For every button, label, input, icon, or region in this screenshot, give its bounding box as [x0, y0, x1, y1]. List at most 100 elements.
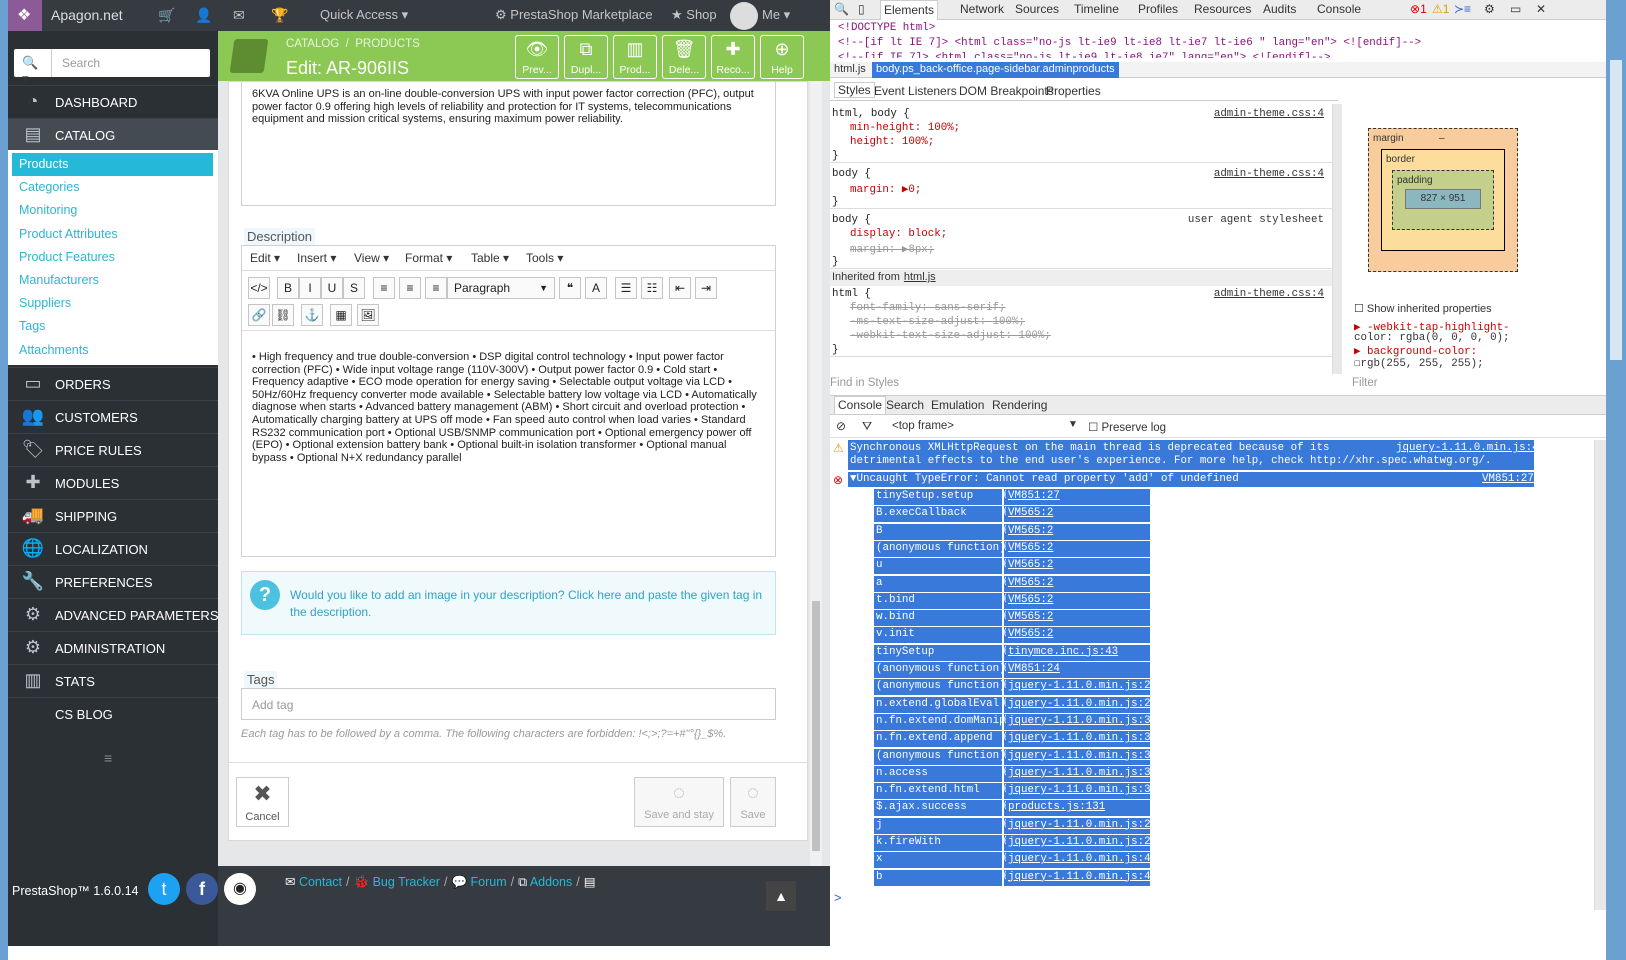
window-scrollbar[interactable] [1610, 60, 1622, 360]
devtools-tab-network[interactable]: Network [960, 2, 1004, 16]
save-and-stay-button[interactable]: ◌ Save and stay [634, 777, 724, 827]
editor-menu-insert[interactable]: Insert ▾ [297, 251, 336, 265]
sidebar-item-catalog[interactable]: ▤ CATALOG [8, 118, 218, 151]
stack-frame-fn[interactable]: v.init [874, 627, 1002, 644]
stack-frame-fn[interactable]: n.fn.extend.html [874, 783, 1002, 800]
content-scrollbar[interactable] [810, 81, 822, 866]
description-text[interactable]: • High frequency and true double-convers… [252, 351, 764, 464]
submenu-item-tags[interactable]: Tags [12, 315, 217, 338]
css-source[interactable]: admin-theme.css:4 [1214, 108, 1324, 120]
sidebar-item-modules[interactable]: ✚ MODULES [8, 466, 218, 499]
css-selector[interactable]: body { [832, 168, 871, 180]
stack-frame-fn[interactable]: x [874, 852, 1002, 869]
search-icon[interactable]: 🔍▾ [14, 49, 52, 86]
css-property[interactable]: display: block; [850, 228, 947, 240]
align-justify-icon[interactable]: ≡ [425, 277, 447, 299]
footer-link-bug-tracker[interactable]: 🐞 Bug Tracker [354, 875, 440, 889]
recommend-button[interactable]: ✚ Reco... [711, 35, 755, 79]
stack-frame-fn[interactable]: (anonymous function) [874, 748, 1002, 765]
bold-icon[interactable]: B [277, 277, 299, 299]
submenu-item-products[interactable]: Products [12, 153, 213, 176]
breadcrumb-catalog[interactable]: CATALOG [286, 38, 339, 50]
message-icon[interactable]: ✉ [233, 7, 245, 24]
stack-frame-fn[interactable]: tinySetup.setup [874, 489, 1002, 505]
css-source[interactable]: user agent stylesheet [1188, 214, 1324, 226]
devtools-tab-elements[interactable]: Elements [880, 0, 939, 20]
product-sales-button[interactable]: ▥ Prod... [613, 35, 657, 79]
short-description-editor[interactable]: 6KVA Online UPS is an on-line double-con… [241, 82, 776, 206]
blockquote-icon[interactable]: ❝ [559, 277, 581, 299]
console-error[interactable]: ▼Uncaught TypeError: Cannot read propert… [848, 472, 1534, 487]
frame-select[interactable]: <top frame> [892, 420, 954, 432]
align-center-icon[interactable]: ≡ [399, 277, 421, 299]
scroll-top-button[interactable]: ▲ [766, 881, 796, 911]
stack-frame-src[interactable]: VM565:2 [1006, 592, 1150, 609]
editor-menu-tools[interactable]: Tools ▾ [526, 251, 563, 265]
stack-frame-src[interactable]: jquery-1.11.0.min.js:2 [1006, 679, 1150, 696]
stack-frame-src[interactable]: jquery-1.11.0.min.js:3 [1006, 713, 1150, 730]
close-devtools-icon[interactable]: ✕ [1536, 2, 1546, 16]
find-in-styles[interactable]: Find in Styles [830, 377, 899, 389]
stack-frame-fn[interactable]: u [874, 558, 1002, 575]
editor-menu-edit[interactable]: Edit ▾ [250, 251, 280, 265]
breadcrumb-products[interactable]: PRODUCTS [355, 38, 420, 50]
stack-frame-src[interactable]: jquery-1.11.0.min.js:3 [1006, 748, 1150, 765]
delete-button[interactable]: 🗑 Dele... [662, 35, 706, 79]
sidebar-item-dashboard[interactable]: ◔ DASHBOARD [8, 85, 218, 118]
image-hint-text[interactable]: Would you like to add an image in your d… [290, 587, 765, 621]
styles-tab-dom-breakpoints[interactable]: DOM Breakpoints [959, 84, 1054, 98]
drawer-tab-console[interactable]: Console [834, 396, 887, 415]
strikethrough-icon[interactable]: S [343, 277, 365, 299]
stack-frame-fn[interactable]: j [874, 817, 1002, 834]
stack-frame-src[interactable]: jquery-1.11.0.min.js:2 [1006, 696, 1150, 713]
stack-frame-src[interactable]: jquery-1.11.0.min.js:3 [1006, 731, 1150, 748]
css-property[interactable]: height: 100%; [850, 136, 934, 148]
indent-icon[interactable]: ⇥ [695, 277, 717, 299]
avatar[interactable] [730, 2, 758, 30]
stack-frame-src[interactable]: jquery-1.11.0.min.js:3 [1006, 783, 1150, 800]
css-property[interactable]: min-height: 100%; [850, 122, 960, 134]
submenu-item-suppliers[interactable]: Suppliers [12, 292, 217, 315]
stack-frame-fn[interactable]: k.fireWith [874, 835, 1002, 851]
stack-frame-src[interactable]: VM565:2 [1006, 506, 1150, 523]
css-source[interactable]: admin-theme.css:4 [1214, 288, 1324, 300]
css-source[interactable]: admin-theme.css:4 [1214, 168, 1324, 180]
dom-line[interactable]: <!DOCTYPE html> [838, 22, 935, 34]
css-property[interactable]: -webkit-text-size-adjust: 100%; [850, 330, 1051, 342]
stack-frame-src[interactable]: jquery-1.11.0.min.js:3 [1006, 765, 1150, 782]
inspect-icon[interactable]: 🔍 [834, 2, 849, 16]
devtools-tab-profiles[interactable]: Profiles [1138, 2, 1178, 16]
search-input[interactable]: Search [62, 56, 100, 70]
align-left-icon[interactable]: ≡ [373, 277, 395, 299]
console-scrollbar[interactable] [1594, 440, 1606, 910]
shop-link[interactable]: ★ Shop [671, 7, 717, 23]
stack-frame-src[interactable]: jquery-1.11.0.min.js:4 [1006, 869, 1150, 886]
stack-frame-src[interactable]: VM851:27 [1006, 489, 1150, 505]
sidebar-item-orders[interactable]: ▭ ORDERS [8, 367, 218, 400]
sidebar-item-advanced-parameters[interactable]: ⚙ ADVANCED PARAMETERS [8, 598, 219, 631]
drawer-tab-rendering[interactable]: Rendering [992, 398, 1047, 412]
media-icon[interactable]: ▦ [330, 304, 352, 326]
source-code-icon[interactable]: </> [248, 277, 270, 299]
stack-frame-fn[interactable]: tinySetup [874, 644, 1002, 661]
stack-frame-src[interactable]: VM565:2 [1006, 627, 1150, 644]
stack-frame-src[interactable]: VM565:2 [1006, 575, 1150, 592]
sidebar-item-stats[interactable]: ▥ STATS [8, 664, 218, 697]
stack-frame-src[interactable]: jquery-1.11.0.min.js:2 [1006, 835, 1150, 851]
short-description-text[interactable]: 6KVA Online UPS is an on-line double-con… [252, 88, 762, 126]
help-button[interactable]: ⊕ Help [760, 35, 804, 79]
site-name[interactable]: Apagon.net [51, 7, 123, 23]
stack-frame-fn[interactable]: a [874, 575, 1002, 592]
stack-frame-src[interactable]: VM565:2 [1006, 523, 1150, 540]
stack-frame-fn[interactable]: B.execCallback [874, 506, 1002, 523]
styles-tab-event-listeners[interactable]: Event Listeners [874, 84, 957, 98]
underline-icon[interactable]: U [321, 277, 343, 299]
stack-frame-src[interactable]: VM565:2 [1006, 540, 1150, 557]
customer-icon[interactable]: 👤 [195, 7, 212, 24]
sidebar-item-administration[interactable]: ⚙ ADMINISTRATION [8, 631, 218, 664]
stack-frame-src[interactable]: jquery-1.11.0.min.js:4 [1006, 852, 1150, 869]
clear-console-icon[interactable]: ⊘ [836, 419, 846, 433]
crumb-body[interactable]: body.ps_back-office.page-sidebar.adminpr… [872, 62, 1119, 78]
submenu-item-manufacturers[interactable]: Manufacturers [12, 269, 217, 292]
stack-frame-fn[interactable]: b [874, 869, 1002, 886]
